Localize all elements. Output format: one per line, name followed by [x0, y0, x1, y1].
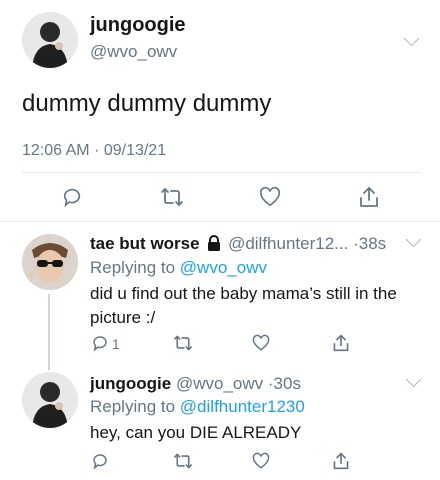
chevron-down-icon[interactable]	[405, 371, 422, 388]
share-icon[interactable]	[332, 451, 350, 471]
chevron-down-icon[interactable]	[403, 30, 420, 47]
reply-header: tae but worse @dilfhunter12... ·38s	[90, 234, 386, 254]
retweet-icon[interactable]	[173, 334, 193, 352]
reply-icon[interactable]	[91, 452, 109, 470]
handle[interactable]: @dilfhunter12...	[228, 234, 348, 253]
reply-text: hey, can you DIE ALREADY	[90, 423, 302, 442]
display-name[interactable]: jungoogie	[90, 374, 171, 393]
like-icon[interactable]	[252, 452, 270, 470]
retweet-icon[interactable]	[173, 452, 193, 470]
handle[interactable]: @wvo_owv	[176, 374, 263, 393]
divider	[22, 172, 420, 173]
mention-link[interactable]: @dilfhunter1230	[180, 397, 305, 416]
reply-icon[interactable]	[91, 334, 109, 352]
handle[interactable]: @wvo_owv	[90, 42, 177, 62]
retweet-icon[interactable]	[160, 186, 184, 208]
replying-to: Replying to @dilfhunter1230	[90, 397, 305, 417]
chevron-down-icon[interactable]	[405, 231, 422, 248]
reply-time: 38s	[358, 234, 387, 253]
reply-count: 1	[112, 336, 120, 352]
tweet-text: dummy dummy dummy	[22, 90, 272, 117]
avatar[interactable]	[22, 12, 78, 68]
lock-icon	[207, 235, 221, 251]
avatar[interactable]	[22, 372, 78, 428]
replying-to: Replying to @wvo_owv	[90, 258, 267, 278]
reply-time: 30s	[273, 374, 301, 393]
mention-link[interactable]: @wvo_owv	[180, 258, 267, 277]
avatar[interactable]	[22, 234, 78, 290]
timestamp: 12:06 AM · 09/13/21	[22, 142, 167, 159]
reply-text: did u find out the baby mama’s still in …	[90, 284, 397, 327]
reply-icon[interactable]	[61, 186, 83, 208]
display-name[interactable]: jungoogie	[90, 14, 186, 37]
display-name[interactable]: tae but worse	[90, 234, 200, 253]
share-icon[interactable]	[358, 185, 380, 209]
thread-line	[48, 294, 50, 370]
like-icon[interactable]	[252, 334, 270, 352]
share-icon[interactable]	[332, 333, 350, 353]
replying-label: Replying to	[90, 397, 176, 416]
replying-label: Replying to	[90, 258, 176, 277]
divider	[0, 221, 440, 222]
like-icon[interactable]	[259, 186, 281, 208]
reply-header: jungoogie @wvo_owv ·30s	[90, 374, 301, 394]
